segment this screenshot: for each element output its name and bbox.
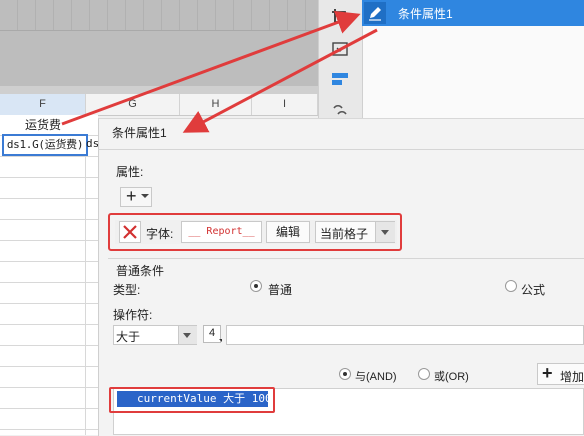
toolbar-bottom-strip	[0, 86, 318, 94]
column-header-row: F G H I	[0, 94, 318, 116]
logic-or-label[interactable]: 或(OR)	[434, 368, 469, 384]
hyperlink-icon[interactable]	[329, 38, 351, 60]
condition-value-input[interactable]	[226, 325, 584, 345]
condition-list-item-selected[interactable]	[362, 0, 584, 26]
link-icon[interactable]	[329, 98, 351, 120]
cell-f1[interactable]: 运货费	[0, 115, 86, 135]
logic-or-radio[interactable]	[418, 368, 430, 380]
normal-condition-label: 普通条件	[116, 264, 165, 278]
column-header-i[interactable]: I	[252, 94, 318, 115]
condition-item-highlight	[109, 387, 275, 413]
side-toolbar	[318, 0, 363, 118]
plus-icon: +	[542, 363, 553, 383]
toolbar-divider	[0, 30, 318, 31]
attributes-label: 属性:	[116, 165, 144, 179]
plus-icon: +	[126, 186, 137, 206]
type-formula-label[interactable]: 公式	[521, 281, 545, 298]
radio-selected-dot	[343, 372, 347, 376]
logic-and-label[interactable]: 与(AND)	[355, 368, 397, 384]
cell-g2[interactable]: ds	[86, 136, 98, 152]
dialog-title: 条件属性1	[112, 126, 167, 140]
operator-label: 操作符:	[113, 308, 153, 322]
pencil-icon[interactable]	[364, 2, 386, 24]
column-header-g[interactable]: G	[86, 94, 180, 115]
radio-selected-dot	[254, 284, 258, 288]
condition-list-item-label: 条件属性1	[398, 7, 453, 21]
crop-icon[interactable]	[329, 6, 351, 28]
dialog-title-divider	[98, 149, 584, 150]
type-formula-radio[interactable]	[505, 280, 517, 292]
attribute-row-highlight	[108, 213, 402, 251]
column-header-h[interactable]: H	[180, 94, 252, 115]
chevron-down-icon	[141, 194, 149, 198]
column-header-f[interactable]: F	[0, 94, 86, 115]
type-label: 类型:	[113, 283, 141, 297]
spreadsheet-grid[interactable]	[0, 115, 98, 435]
condition-attribute-icon[interactable]	[329, 68, 351, 90]
add-condition-label: 增加	[560, 370, 584, 384]
cell-f2-selected[interactable]: ds1.G(运货费)	[2, 134, 88, 156]
toolbar-strip	[0, 0, 318, 30]
type-normal-label[interactable]: 普通	[268, 281, 292, 298]
chevron-down-icon	[183, 333, 191, 338]
grid-column-divider	[85, 115, 86, 435]
group-divider	[108, 258, 584, 259]
operator-select-value: 大于	[116, 330, 141, 344]
caret-icon	[219, 339, 222, 342]
